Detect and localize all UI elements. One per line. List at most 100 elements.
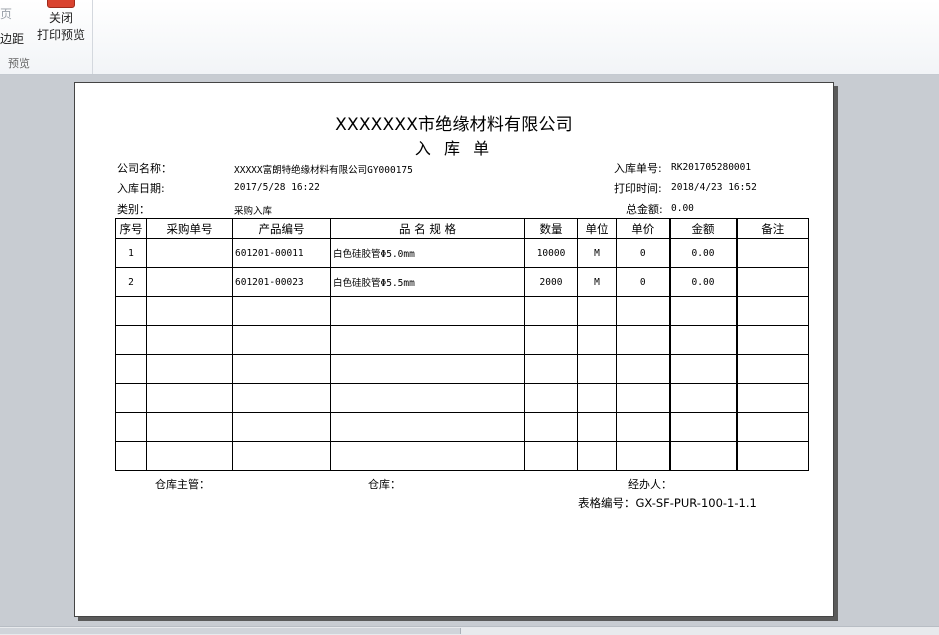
cell-index — [115, 383, 147, 413]
col-header-index: 序号 — [115, 218, 147, 239]
total-label: 总金额: — [626, 203, 663, 216]
cell-quantity — [524, 354, 578, 384]
ribbon-group-label: 预览 — [8, 57, 30, 70]
cell-purchase-no — [146, 383, 233, 413]
cell-index — [115, 441, 147, 471]
cell-product-code — [232, 296, 331, 326]
ribbon-faded-label: 页 — [0, 7, 13, 21]
cell-quantity: 10000 — [524, 238, 578, 268]
cell-amount — [668, 354, 737, 384]
cell-price — [616, 441, 670, 471]
scrollbar-thumb[interactable] — [0, 628, 461, 634]
cell-unit — [577, 296, 617, 326]
cell-amount — [668, 441, 737, 471]
margins-button[interactable]: 边距 — [0, 30, 24, 47]
cell-amount: 0.00 — [668, 238, 737, 268]
cell-spec — [330, 441, 525, 471]
type-label: 类别： — [117, 203, 150, 216]
print-time-label: 打印时间: — [614, 182, 662, 195]
date-value: 2017/5/28 16:22 — [234, 182, 320, 193]
cell-purchase-no — [146, 238, 233, 268]
cell-remark — [735, 354, 809, 384]
cell-spec — [330, 325, 525, 355]
col-header-purchase-no: 采购单号 — [146, 218, 233, 239]
cell-unit: M — [577, 238, 617, 268]
cell-purchase-no — [146, 354, 233, 384]
cell-unit — [577, 441, 617, 471]
cell-product-code — [232, 325, 331, 355]
cell-remark — [735, 412, 809, 442]
cell-spec: 白色硅胶管Φ5.0mm — [330, 238, 525, 268]
print-preview-label: 打印预览 — [36, 28, 85, 42]
table-row: 1 601201-00011 白色硅胶管Φ5.0mm 10000 M 0 0.00 — [115, 238, 809, 268]
cell-index — [115, 412, 147, 442]
cell-product-code — [232, 354, 331, 384]
company-value: XXXXX富朗特绝缘材料有限公司GY000175 — [234, 165, 413, 176]
cell-quantity — [524, 296, 578, 326]
cell-product-code — [232, 441, 331, 471]
company-label: 公司名称： — [117, 162, 172, 175]
cell-product-code — [232, 383, 331, 413]
close-label: 关闭 — [48, 11, 73, 25]
col-header-unit: 单位 — [577, 218, 617, 239]
col-header-product-code: 产品编号 — [232, 218, 331, 239]
table-row: 2 601201-00023 白色硅胶管Φ5.5mm 2000 M 0 0.00 — [115, 267, 809, 297]
table-row — [115, 325, 809, 355]
close-print-preview-button[interactable]: 关闭 打印预览 — [34, 10, 88, 50]
cell-quantity — [524, 383, 578, 413]
cell-amount: 0.00 — [668, 267, 737, 297]
col-header-quantity: 数量 — [524, 218, 578, 239]
cell-remark — [735, 238, 809, 268]
col-header-price: 单价 — [616, 218, 670, 239]
table-row — [115, 441, 809, 471]
cell-purchase-no — [146, 441, 233, 471]
document-title: XXXXXXX市绝缘材料有限公司 — [335, 115, 573, 135]
cell-quantity — [524, 441, 578, 471]
cell-spec — [330, 412, 525, 442]
cell-purchase-no — [146, 267, 233, 297]
cell-product-code: 601201-00011 — [232, 238, 331, 268]
table-row — [115, 354, 809, 384]
cell-index — [115, 354, 147, 384]
cell-purchase-no — [146, 325, 233, 355]
cell-remark — [735, 267, 809, 297]
cell-quantity — [524, 325, 578, 355]
cell-price — [616, 383, 670, 413]
form-code: 表格编号：GX-SF-PUR-100-1-1.1 — [578, 496, 757, 510]
col-header-spec: 品 名 规 格 — [330, 218, 525, 239]
table-row — [115, 383, 809, 413]
total-value: 0.00 — [671, 203, 694, 214]
cell-spec — [330, 354, 525, 384]
cell-unit: M — [577, 267, 617, 297]
cell-remark — [735, 383, 809, 413]
print-preview-page: XXXXXXX市绝缘材料有限公司 入 库 单 公司名称： XXXXX富朗特绝缘材… — [74, 82, 834, 617]
order-no-label: 入库单号: — [614, 162, 662, 175]
col-header-remark: 备注 — [735, 218, 809, 239]
supervisor-label: 仓库主管： — [155, 478, 210, 491]
order-no-value: RK201705280001 — [671, 162, 752, 173]
cell-product-code: 601201-00023 — [232, 267, 331, 297]
cell-index: 1 — [115, 238, 147, 268]
cell-remark — [735, 325, 809, 355]
cell-quantity: 2000 — [524, 267, 578, 297]
close-preview-icon[interactable] — [47, 0, 75, 8]
cell-index — [115, 325, 147, 355]
cell-spec: 白色硅胶管Φ5.5mm — [330, 267, 525, 297]
cell-unit — [577, 383, 617, 413]
cell-price — [616, 325, 670, 355]
ribbon: 页 边距 关闭 打印预览 预览 — [0, 0, 939, 75]
cell-remark — [735, 296, 809, 326]
cell-amount — [668, 383, 737, 413]
warehouse-label: 仓库： — [368, 478, 401, 491]
cell-price — [616, 296, 670, 326]
date-label: 入库日期: — [117, 182, 165, 195]
cell-spec — [330, 296, 525, 326]
document-subtitle: 入 库 单 — [414, 139, 494, 158]
cell-purchase-no — [146, 412, 233, 442]
cell-amount — [668, 325, 737, 355]
type-value: 采购入库 — [234, 206, 273, 217]
cell-unit — [577, 325, 617, 355]
ribbon-group-preview: 页 边距 关闭 打印预览 预览 — [0, 0, 93, 74]
items-table: 序号 采购单号 产品编号 品 名 规 格 数量 单位 单价 金额 备注 1 601… — [115, 218, 809, 471]
table-row — [115, 412, 809, 442]
